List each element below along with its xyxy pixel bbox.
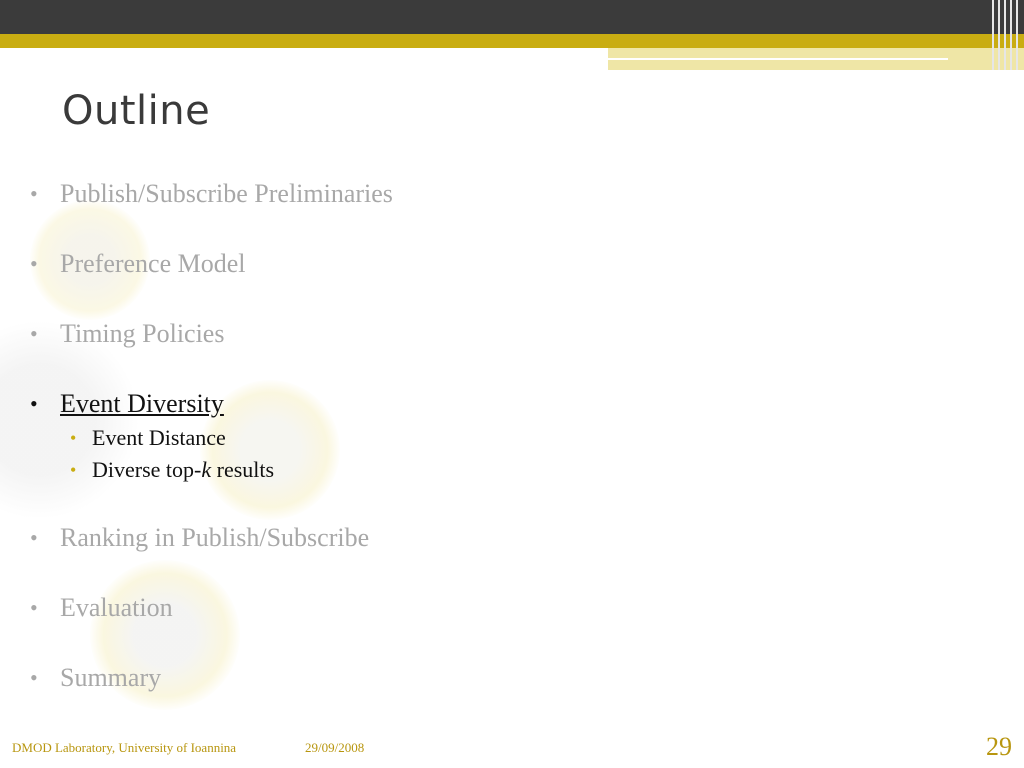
bullet-icon: • [30, 181, 38, 206]
outline-item-label: Timing Policies [60, 319, 225, 348]
top-stripes [988, 0, 1024, 70]
outline-item: • Summary [30, 660, 730, 696]
bullet-icon: • [30, 391, 38, 416]
outline-item-label: Preference Model [60, 249, 246, 278]
outline-subitem-label: Event Distance [92, 425, 226, 450]
bullet-icon: • [30, 665, 38, 690]
outline-item-label: Ranking in Publish/Subscribe [60, 523, 370, 552]
outline-item-current: • Event Diversity • Event Distance • Div… [30, 386, 730, 486]
outline-item-label: Event Diversity [60, 389, 224, 418]
bullet-icon: • [70, 428, 77, 448]
slide: Outline • Publish/Subscribe Preliminarie… [0, 0, 1024, 768]
outline-item: • Evaluation [30, 590, 730, 626]
outline-subitem: • Event Distance [60, 422, 730, 454]
outline-sublist: • Event Distance • Diverse top-k results [60, 422, 730, 486]
top-gold-bar [0, 34, 1024, 48]
outline-subitem: • Diverse top-k results [60, 454, 730, 486]
slide-title: Outline [62, 88, 211, 134]
outline-subitem-label: Diverse top-k results [92, 457, 274, 482]
bullet-icon: • [30, 525, 38, 550]
bullet-icon: • [30, 251, 38, 276]
subitem-label-italic: k [201, 457, 212, 482]
outline-item-label: Summary [60, 663, 162, 692]
outline-item: • Preference Model [30, 246, 730, 282]
footer-organization: DMOD Laboratory, University of Ioannina [12, 740, 237, 755]
outline-item: • Publish/Subscribe Preliminaries [30, 176, 730, 212]
outline-item-label: Publish/Subscribe Preliminaries [60, 179, 393, 208]
outline-item: • Ranking in Publish/Subscribe [30, 520, 730, 556]
bullet-icon: • [70, 460, 77, 480]
subitem-label-prefix: Diverse top- [92, 457, 202, 482]
footer-date: 29/09/2008 [305, 740, 365, 755]
outline-item-label: Evaluation [60, 593, 173, 622]
top-pale-line [608, 58, 948, 60]
outline-item: • Timing Policies [30, 316, 730, 352]
top-dark-bar [0, 0, 1024, 34]
outline-list: • Publish/Subscribe Preliminaries • Pref… [30, 176, 730, 730]
bullet-icon: • [30, 595, 38, 620]
page-number: 29 [986, 732, 1012, 761]
subitem-label-suffix: results [211, 457, 275, 482]
bullet-icon: • [30, 321, 38, 346]
